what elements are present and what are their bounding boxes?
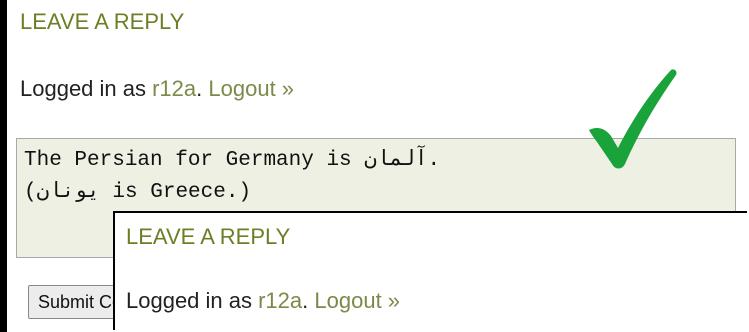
check-mark-icon	[589, 69, 677, 169]
reply-form-overlay: LEAVE A REPLY Logged in as r12a. Logout …	[115, 213, 749, 332]
logged-in-line: Logged in as r12a. Logout »	[20, 76, 294, 102]
login-separator: .	[196, 76, 209, 101]
login-separator: .	[302, 288, 315, 313]
check-mark-stroke	[589, 69, 677, 169]
username-link[interactable]: r12a	[258, 288, 302, 313]
logged-in-line: Logged in as r12a. Logout »	[126, 288, 400, 314]
reply-heading: LEAVE A REPLY	[20, 9, 185, 34]
reply-heading: LEAVE A REPLY	[126, 224, 291, 249]
logout-link[interactable]: Logout »	[208, 76, 294, 101]
logout-link[interactable]: Logout »	[314, 288, 400, 313]
logged-in-prefix: Logged in as	[20, 76, 153, 101]
username-link[interactable]: r12a	[152, 76, 196, 101]
logged-in-prefix: Logged in as	[126, 288, 259, 313]
